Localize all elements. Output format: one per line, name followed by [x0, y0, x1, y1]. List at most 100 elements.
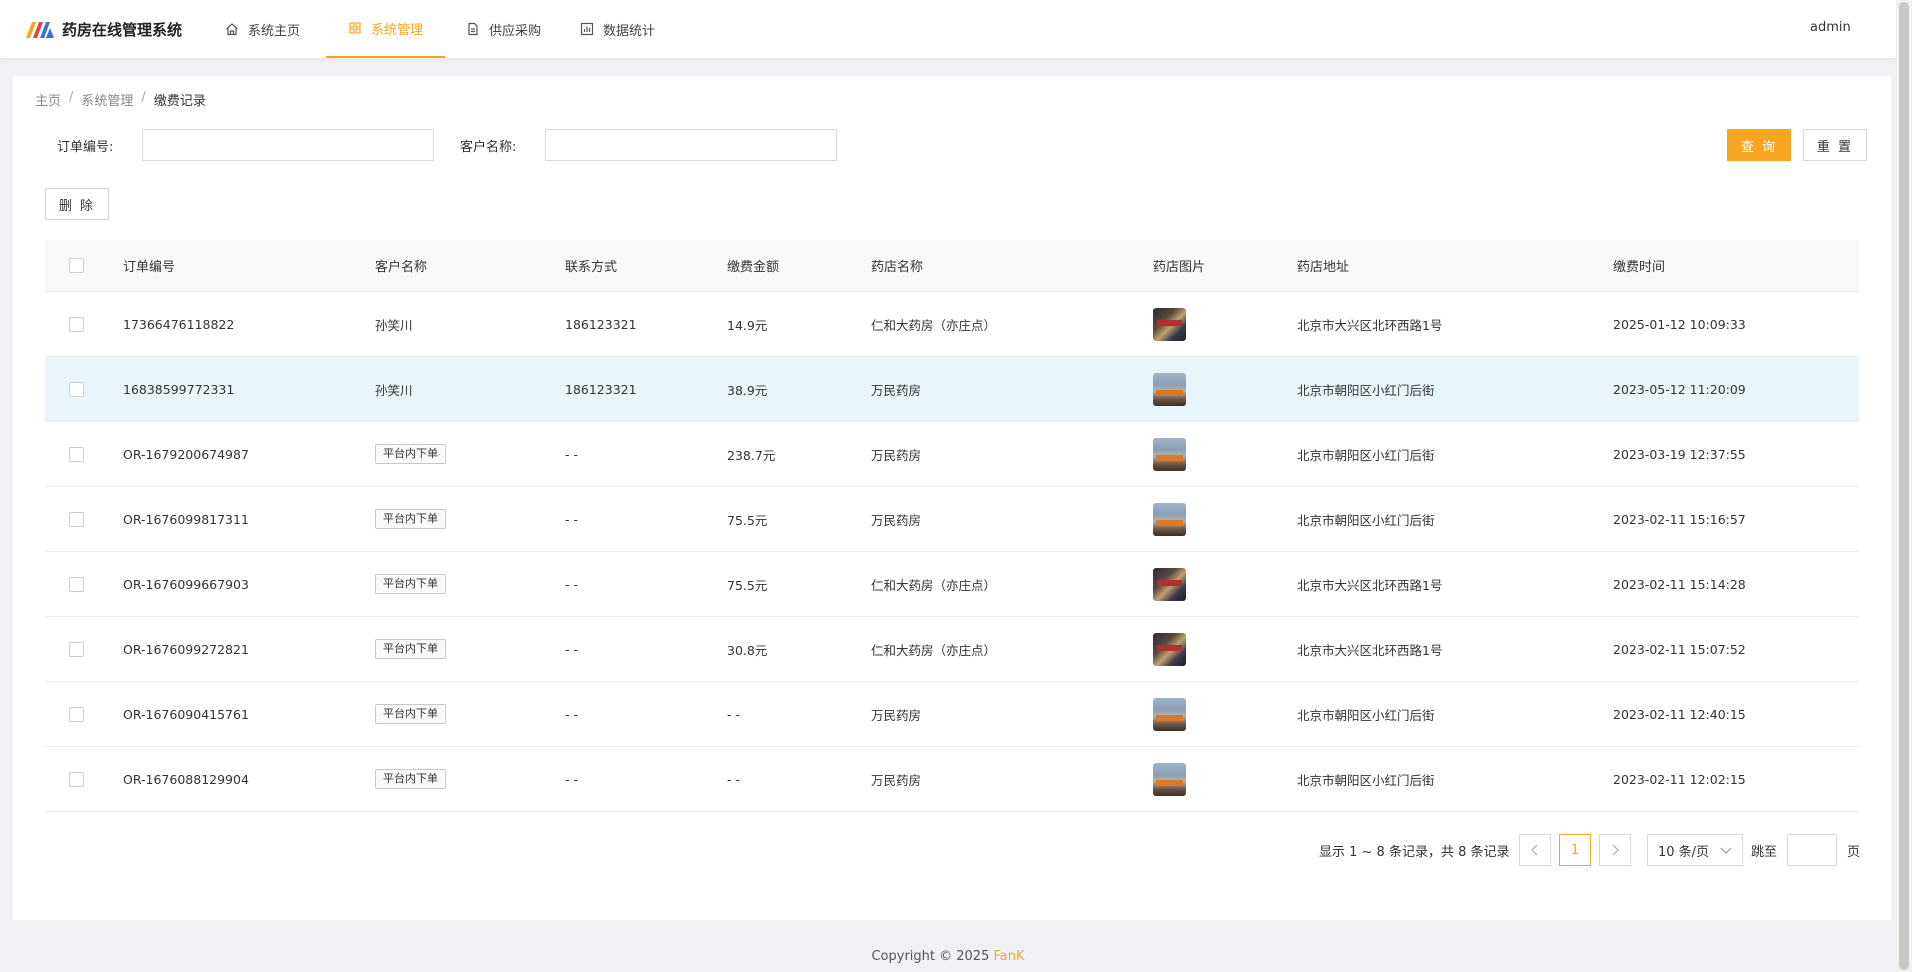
store-image-cell[interactable] [1153, 567, 1186, 601]
store-thumbnail[interactable] [1153, 502, 1186, 536]
column-header[interactable]: 药店地址 [1297, 256, 1349, 275]
select-all-checkbox[interactable] [69, 258, 84, 273]
table-row[interactable]: OR-1676099667903 平台内下单 - - 75.5元 仁和大药房（亦… [45, 552, 1859, 617]
table-body: 17366476118822 孙笑川 186123321 14.9元 仁和大药房… [45, 292, 1859, 812]
store-name-cell: 万民药房 [871, 707, 922, 723]
page-number-button[interactable]: 1 [1559, 834, 1591, 866]
document-icon [465, 21, 481, 37]
row-checkbox[interactable] [69, 446, 84, 462]
customer-name-label: 客户名称: [460, 140, 517, 155]
customer-name-input[interactable] [545, 129, 837, 161]
scrollbar-thumb[interactable] [1899, 2, 1909, 970]
store-image-cell[interactable] [1153, 307, 1186, 341]
nav-item-home[interactable]: 系统主页 [210, 0, 326, 58]
amount-cell: 75.5元 [727, 512, 768, 528]
table-row[interactable]: OR-1676090415761 平台内下单 - - - - 万民药房 北京市朝… [45, 682, 1859, 747]
store-image-cell[interactable] [1153, 437, 1186, 471]
column-header[interactable]: 订单编号 [123, 256, 175, 275]
copyright-brand[interactable]: FanK [994, 949, 1025, 964]
customer-cell: 平台内下单 [375, 769, 446, 789]
row-checkbox[interactable] [69, 511, 84, 527]
nav-label: 系统管理 [370, 22, 423, 38]
nav-label: 供应采购 [489, 23, 542, 39]
store-address-cell: 北京市大兴区北环西路1号 [1297, 642, 1443, 658]
column-header[interactable]: 药店图片 [1153, 256, 1205, 275]
phone-cell: 186123321 [565, 381, 637, 397]
customer-cell: 平台内下单 [375, 509, 446, 529]
content-card: 主页 / 系统管理 / 缴费记录 订单编号: 客户名称: 查 询 重 置 删 除… [13, 76, 1891, 920]
order-number-label: 订单编号: [57, 140, 114, 155]
row-checkbox[interactable] [69, 771, 84, 787]
store-image-cell[interactable] [1153, 502, 1186, 536]
table-row[interactable]: 16838599772331 孙笑川 186123321 38.9元 万民药房 … [45, 357, 1859, 422]
breadcrumb-home[interactable]: 主页 [35, 90, 61, 109]
phone-cell: - - [565, 446, 578, 462]
store-image-cell[interactable] [1153, 697, 1186, 731]
jump-label: 跳至 [1751, 844, 1778, 860]
customer-cell: 平台内下单 [375, 444, 446, 464]
vertical-scrollbar[interactable] [1896, 0, 1912, 972]
amount-cell: 75.5元 [727, 577, 768, 593]
store-name-cell: 万民药房 [871, 382, 922, 398]
nav-item-statistics[interactable]: 数据统计 [565, 0, 695, 58]
store-address-cell: 北京市大兴区北环西路1号 [1297, 317, 1443, 333]
breadcrumb-separator: / [141, 90, 146, 105]
store-thumbnail[interactable] [1153, 762, 1186, 796]
store-address-cell: 北京市朝阳区小红门后街 [1297, 772, 1435, 788]
prev-page-button[interactable] [1519, 834, 1551, 866]
table-row[interactable]: OR-1676088129904 平台内下单 - - - - 万民药房 北京市朝… [45, 747, 1859, 812]
column-header[interactable]: 药店名称 [871, 256, 923, 275]
pagination-summary: 显示 1 ~ 8 条记录，共 8 条记录 [1319, 844, 1510, 860]
order-number-cell: OR-1676099817311 [123, 511, 249, 527]
phone-cell: - - [565, 706, 578, 722]
row-checkbox[interactable] [69, 576, 84, 592]
table-row[interactable]: 17366476118822 孙笑川 186123321 14.9元 仁和大药房… [45, 292, 1859, 357]
query-button[interactable]: 查 询 [1727, 129, 1791, 161]
phone-cell: - - [565, 771, 578, 787]
amount-cell: 30.8元 [727, 642, 768, 658]
table-row[interactable]: OR-1679200674987 平台内下单 - - 238.7元 万民药房 北… [45, 422, 1859, 487]
column-header[interactable]: 缴费时间 [1613, 256, 1665, 275]
column-header[interactable]: 联系方式 [565, 256, 617, 275]
payment-time-cell: 2023-02-11 12:02:15 [1613, 771, 1746, 787]
customer-cell: 孙笑川 [375, 317, 413, 333]
reset-button[interactable]: 重 置 [1803, 129, 1867, 161]
column-header[interactable]: 缴费金额 [727, 256, 779, 275]
row-checkbox[interactable] [69, 706, 84, 722]
phone-cell: - - [565, 641, 578, 657]
order-number-cell: 16838599772331 [123, 381, 235, 397]
store-image-cell[interactable] [1153, 762, 1186, 796]
platform-order-tag: 平台内下单 [375, 444, 446, 464]
store-thumbnail[interactable] [1153, 632, 1186, 666]
store-thumbnail[interactable] [1153, 697, 1186, 731]
store-thumbnail[interactable] [1153, 437, 1186, 471]
table-row[interactable]: OR-1676099272821 平台内下单 - - 30.8元 仁和大药房（亦… [45, 617, 1859, 682]
breadcrumb-system[interactable]: 系统管理 [81, 90, 133, 109]
column-header[interactable]: 客户名称 [375, 256, 427, 275]
home-icon [224, 21, 240, 37]
store-thumbnail[interactable] [1153, 372, 1186, 406]
page-size-select[interactable]: 10 条/页 [1647, 834, 1743, 866]
next-page-button[interactable] [1599, 834, 1631, 866]
store-address-cell: 北京市大兴区北环西路1号 [1297, 577, 1443, 593]
customer-cell: 平台内下单 [375, 704, 446, 724]
nav-label: 系统主页 [248, 23, 301, 39]
store-thumbnail[interactable] [1153, 307, 1186, 341]
user-menu[interactable]: admin [1810, 20, 1851, 35]
row-checkbox[interactable] [69, 381, 84, 397]
store-image-cell[interactable] [1153, 632, 1186, 666]
row-checkbox[interactable] [69, 641, 84, 657]
nav-label: 数据统计 [603, 23, 656, 39]
breadcrumb: 主页 / 系统管理 / 缴费记录 [35, 90, 206, 109]
delete-button[interactable]: 删 除 [45, 188, 109, 220]
app-logo[interactable]: 药房在线管理系统 [24, 17, 182, 41]
payment-time-cell: 2025-01-12 10:09:33 [1613, 316, 1746, 332]
order-number-input[interactable] [142, 129, 434, 161]
store-image-cell[interactable] [1153, 372, 1186, 406]
nav-item-supply-purchase[interactable]: 供应采购 [445, 0, 565, 58]
jump-page-input[interactable] [1787, 834, 1837, 866]
row-checkbox[interactable] [69, 316, 84, 332]
store-thumbnail[interactable] [1153, 567, 1186, 601]
table-row[interactable]: OR-1676099817311 平台内下单 - - 75.5元 万民药房 北京… [45, 487, 1859, 552]
nav-item-system-management[interactable]: 系统管理 [326, 0, 445, 58]
